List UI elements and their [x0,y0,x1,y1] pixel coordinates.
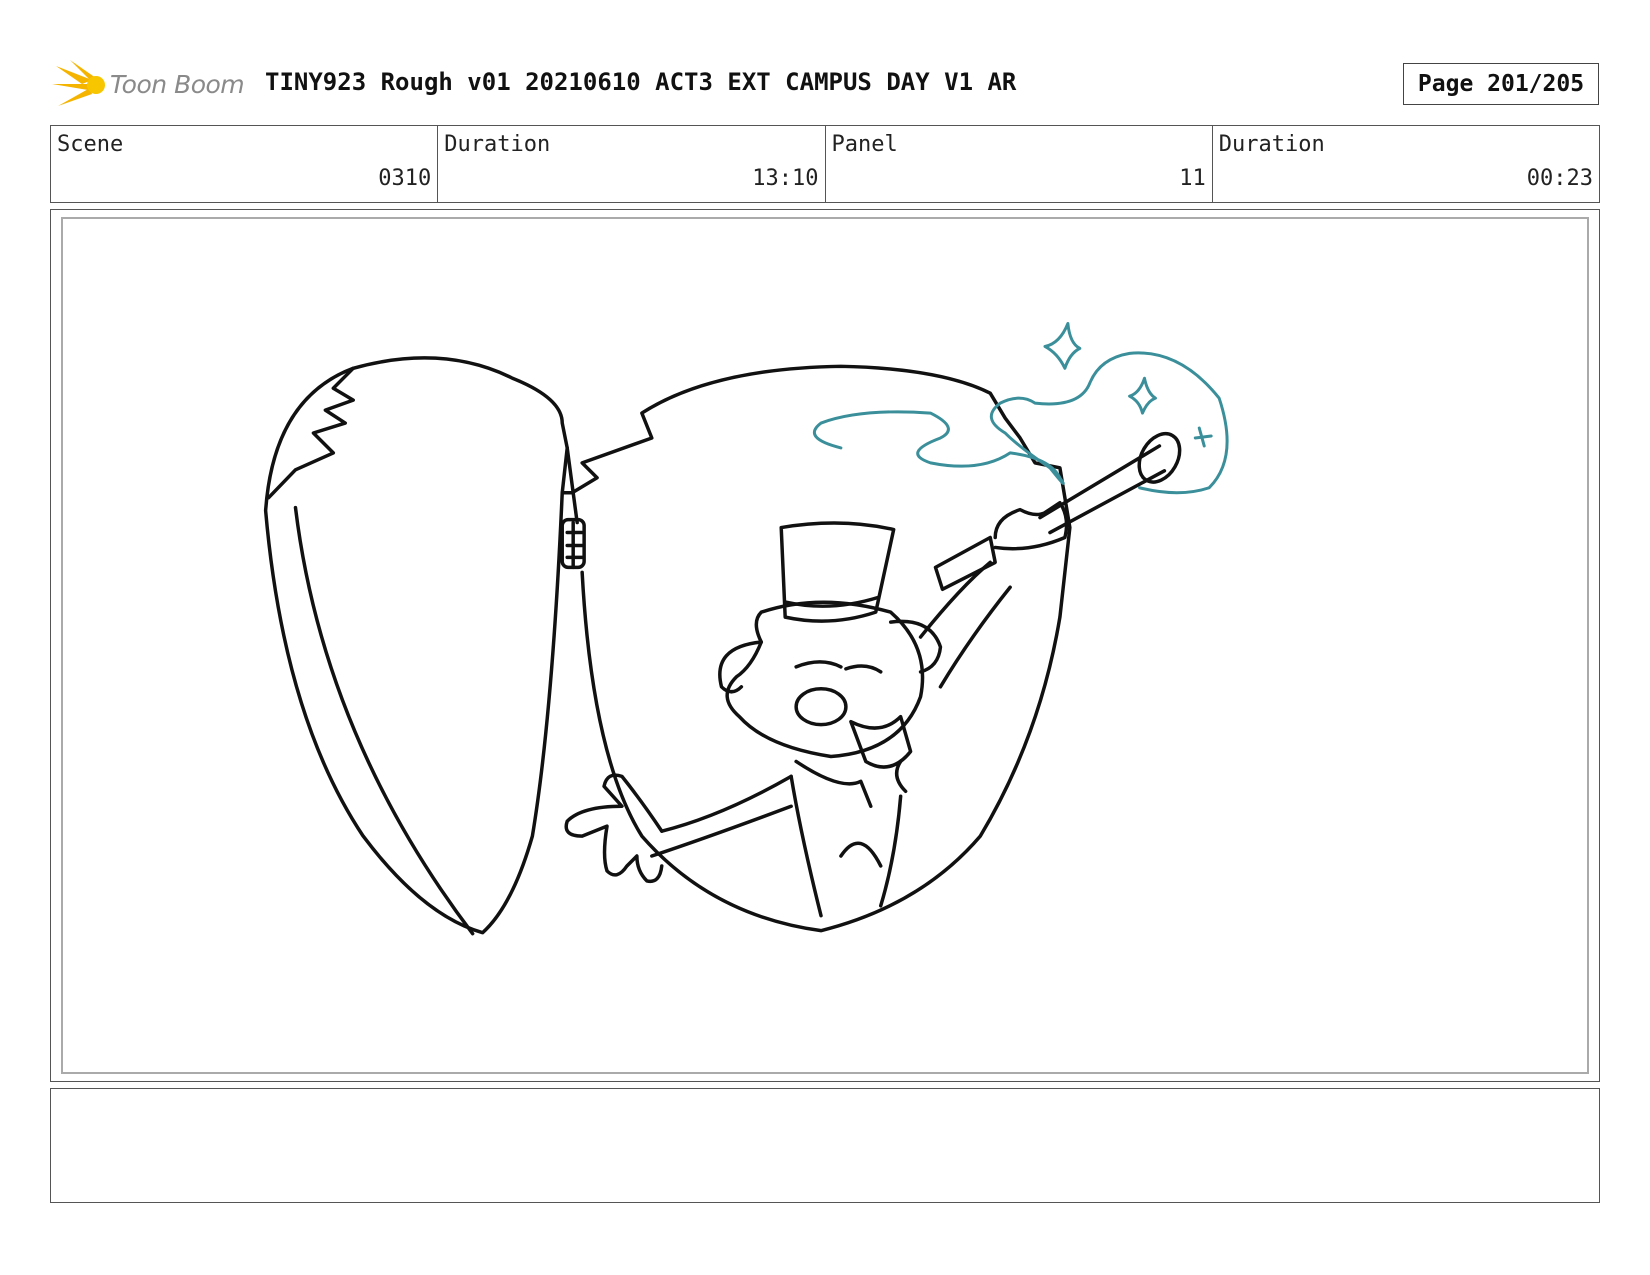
panel-cell: Panel 11 [826,126,1213,202]
scene-duration-value: 13:10 [752,166,819,191]
panel-duration-label: Duration [1218,132,1325,157]
sparkle-large-icon [1043,322,1082,370]
scene-duration-label: Duration [444,132,551,157]
arm-left [650,774,793,858]
nose [794,687,848,727]
eye-left [794,660,843,669]
panel-duration-cell: Duration 00:23 [1213,126,1599,202]
sparkle-medium-icon [1128,376,1157,415]
scene-label: Scene [57,132,124,157]
panel-duration-value: 00:23 [1526,166,1593,191]
shell-left-crack [266,366,355,500]
scene-duration-cell: Duration 13:10 [438,126,826,202]
eye-right [844,664,883,674]
logo-text: Toon Boom [110,70,245,99]
hand-left [564,773,664,884]
document-title: TINY923 Rough v01 20210610 ACT3 EXT CAMP… [265,68,1017,96]
scene-cell: Scene 0310 [51,126,439,202]
panel-image [61,217,1589,1074]
arm-right [918,560,1012,689]
panel-value: 11 [1179,166,1206,191]
panel-notes [50,1088,1600,1203]
cuff [933,535,997,592]
shell-left-inner [293,505,475,936]
shell-left-half [263,356,569,935]
ear-left [718,640,764,694]
page-number: Page 201/205 [1403,63,1599,105]
panel-label: Panel [831,132,898,157]
diploma-end [1137,432,1182,484]
shell-right-half [560,364,1072,933]
storyboard-sketch [263,322,1229,936]
scene-info-row: Scene 0310 Duration 13:10 Panel 11 Durat… [50,125,1600,203]
bear-head [725,600,925,759]
sparkle-small-icon [1193,426,1213,448]
body [789,774,903,918]
scene-value: 0310 [378,166,432,191]
